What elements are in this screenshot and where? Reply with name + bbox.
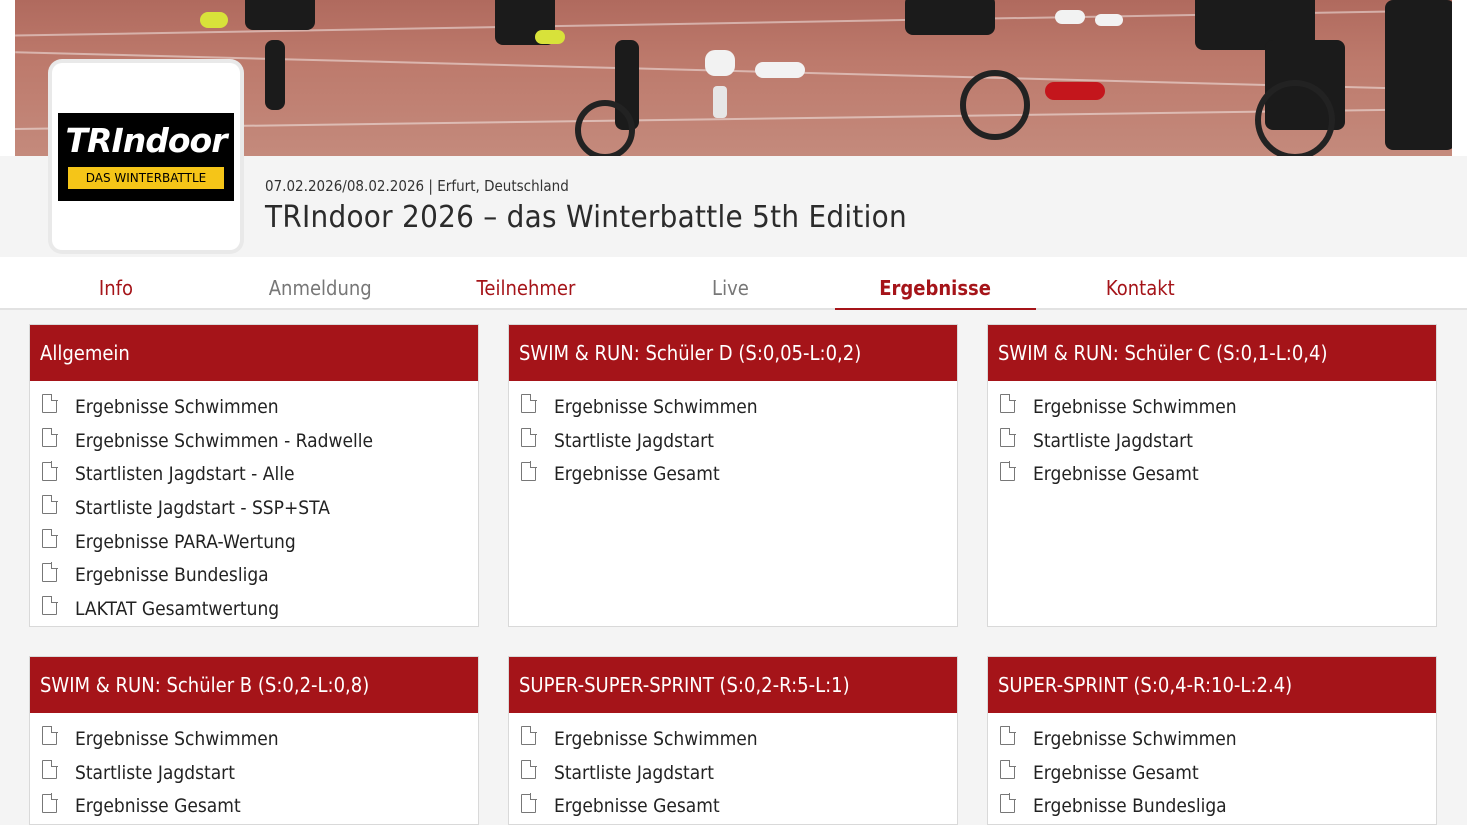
document-icon xyxy=(521,793,537,813)
results-card-schueler-c: SWIM & RUN: Schüler C (S:0,1-L:0,4) Erge… xyxy=(987,324,1437,627)
document-icon xyxy=(42,725,58,746)
card-title: SUPER-SUPER-SPRINT (S:0,2-R:5-L:1) xyxy=(509,657,957,713)
list-item[interactable]: Ergebnisse PARA-Wertung xyxy=(42,525,478,559)
list-item[interactable]: Ergebnisse Schwimmen xyxy=(521,722,957,756)
results-grid: Allgemein Ergebnisse Schwimmen Ergebniss… xyxy=(0,310,1467,825)
tab-teilnehmer[interactable]: Teilnehmer xyxy=(425,257,626,310)
list-item[interactable]: Ergebnisse Schwimmen xyxy=(1000,390,1436,424)
list-item[interactable]: LAKTAT Gesamtwertung xyxy=(42,592,478,626)
list-item[interactable]: Ergebnisse Schwimmen xyxy=(521,390,957,424)
tab-kontakt[interactable]: Kontakt xyxy=(1040,257,1241,310)
card-title: SWIM & RUN: Schüler B (S:0,2-L:0,8) xyxy=(30,657,478,713)
list-item[interactable]: Startliste Jagdstart xyxy=(42,756,478,790)
results-card-super-super-sprint: SUPER-SUPER-SPRINT (S:0,2-R:5-L:1) Ergeb… xyxy=(508,656,958,825)
list-item[interactable]: Startliste Jagdstart xyxy=(521,424,957,458)
list-item[interactable]: Ergebnisse Schwimmen xyxy=(42,722,478,756)
card-title: SUPER-SPRINT (S:0,4-R:10-L:2.4) xyxy=(988,657,1436,713)
event-logo-card: TRIndoor DAS WINTERBATTLE xyxy=(52,63,240,250)
tab-ergebnisse[interactable]: Ergebnisse xyxy=(835,257,1036,310)
list-item[interactable]: Ergebnisse Schwimmen xyxy=(42,390,478,424)
document-icon xyxy=(42,494,58,515)
document-icon xyxy=(1000,427,1016,448)
list-item[interactable]: Ergebnisse Schwimmen - Radwelle xyxy=(42,424,478,458)
results-card-schueler-b: SWIM & RUN: Schüler B (S:0,2-L:0,8) Erge… xyxy=(29,656,479,825)
tab-live: Live xyxy=(712,276,749,300)
tab-anmeldung: Anmeldung xyxy=(268,276,372,300)
tab-info[interactable]: Info xyxy=(15,257,216,310)
results-card-schueler-d: SWIM & RUN: Schüler D (S:0,05-L:0,2) Erg… xyxy=(508,324,958,627)
list-item[interactable]: Ergebnisse Gesamt xyxy=(1000,457,1436,491)
document-icon xyxy=(521,759,537,780)
list-item[interactable]: Startliste Jagdstart xyxy=(1000,424,1436,458)
list-item[interactable]: Startlisten Jagdstart - Alle xyxy=(42,457,478,491)
list-item[interactable]: Ergebnisse Gesamt xyxy=(42,789,478,823)
document-icon xyxy=(521,427,537,448)
document-icon xyxy=(521,461,537,481)
results-card-allgemein: Allgemein Ergebnisse Schwimmen Ergebniss… xyxy=(29,324,479,627)
document-icon xyxy=(1000,793,1016,813)
logo-wordmark: TRIndoor xyxy=(65,121,228,160)
list-item[interactable]: Ergebnisse Bundesliga xyxy=(1000,789,1436,823)
list-item[interactable]: Startliste Jagdstart xyxy=(521,756,957,790)
document-icon xyxy=(42,393,58,414)
list-item[interactable]: Ergebnisse Gesamt xyxy=(1000,756,1436,790)
document-icon xyxy=(42,528,58,549)
list-item[interactable]: Startliste Jagdstart - SSP+STA xyxy=(42,491,478,525)
document-icon xyxy=(42,427,58,448)
event-logo: TRIndoor DAS WINTERBATTLE xyxy=(58,113,234,201)
document-icon xyxy=(1000,393,1016,414)
card-title: Allgemein xyxy=(30,325,478,381)
list-item[interactable]: Ergebnisse Schwimmen xyxy=(1000,722,1436,756)
results-card-super-sprint: SUPER-SPRINT (S:0,4-R:10-L:2.4) Ergebnis… xyxy=(987,656,1437,825)
list-item[interactable]: Ergebnisse Gesamt xyxy=(521,457,957,491)
logo-tagline: DAS WINTERBATTLE xyxy=(68,167,224,189)
event-date-location: 07.02.2026/08.02.2026 | Erfurt, Deutschl… xyxy=(265,177,569,195)
card-title: SWIM & RUN: Schüler C (S:0,1-L:0,4) xyxy=(988,325,1436,381)
document-icon xyxy=(42,793,58,813)
card-title: SWIM & RUN: Schüler D (S:0,05-L:0,2) xyxy=(509,325,957,381)
document-icon xyxy=(42,759,58,780)
document-icon xyxy=(42,562,58,582)
event-title: TRIndoor 2026 – das Winterbattle 5th Edi… xyxy=(265,200,907,235)
document-icon xyxy=(521,393,537,414)
document-icon xyxy=(1000,759,1016,780)
event-tabs: Info Anmeldung Teilnehmer Live Ergebniss… xyxy=(0,257,1467,310)
list-item[interactable]: Ergebnisse Bundesliga xyxy=(42,558,478,592)
document-icon xyxy=(42,595,58,616)
document-icon xyxy=(1000,725,1016,746)
document-icon xyxy=(42,461,58,481)
document-icon xyxy=(521,725,537,746)
list-item[interactable]: Ergebnisse Gesamt xyxy=(521,789,957,823)
document-icon xyxy=(1000,461,1016,481)
